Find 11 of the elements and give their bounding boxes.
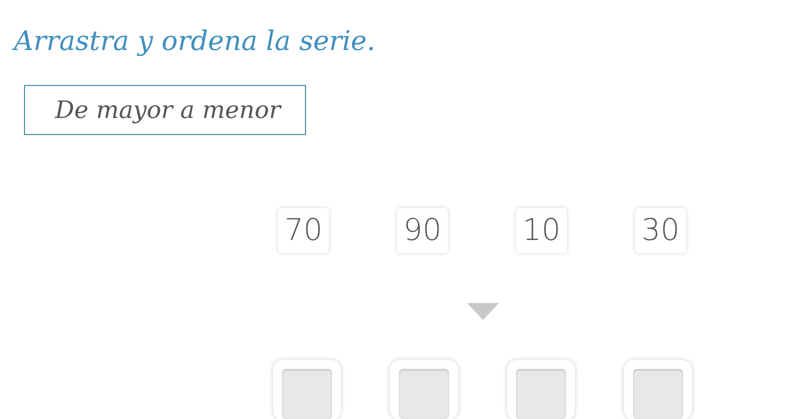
drop-slot[interactable] [507,360,575,419]
number-tile[interactable]: 30 [635,208,686,253]
exercise-title: Arrastra y ordena la serie. [11,25,376,59]
drop-slot[interactable] [390,360,458,419]
number-tile[interactable]: 10 [516,208,567,253]
instruction-label: De mayor a menor [24,85,306,135]
down-arrow-icon [467,303,499,320]
number-tile[interactable]: 70 [278,208,329,253]
drop-slot[interactable] [273,360,341,419]
drop-slot[interactable] [624,360,692,419]
number-tile[interactable]: 90 [397,208,448,253]
